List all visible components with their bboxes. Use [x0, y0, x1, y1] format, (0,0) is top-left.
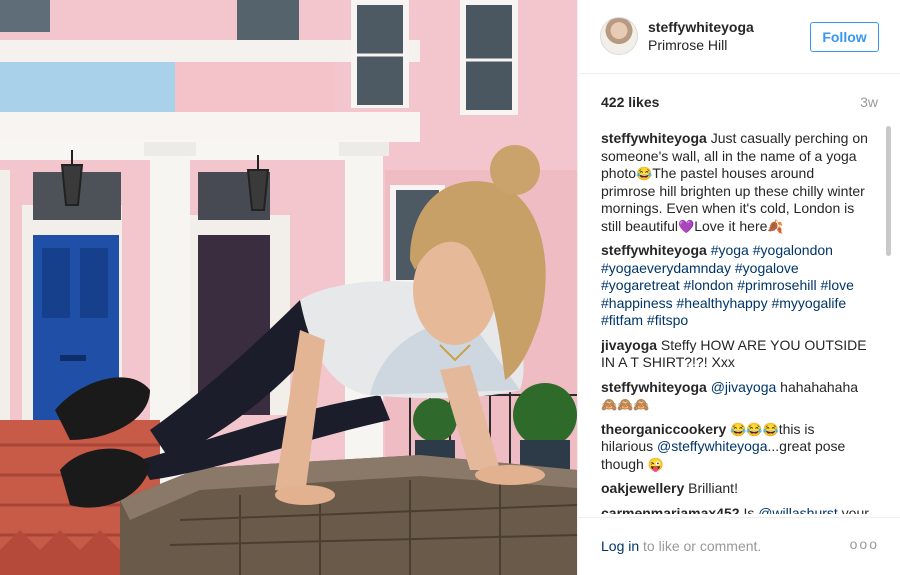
- login-suffix: to like or comment.: [639, 538, 762, 554]
- likes-count[interactable]: 422 likes: [601, 94, 659, 110]
- emoji-icon: 😂😂😂: [730, 421, 779, 437]
- hashtag-link[interactable]: #fitspo: [647, 312, 688, 328]
- author-username[interactable]: steffywhiteyoga: [648, 19, 754, 35]
- hashtag-link[interactable]: #yogalove: [735, 260, 799, 276]
- emoji-icon: 🙈🙈🙈: [601, 397, 650, 412]
- hashtag-link[interactable]: #fitfam: [601, 312, 643, 328]
- comment-username[interactable]: carmenmariamax452: [601, 505, 740, 515]
- hashtag-link[interactable]: #yogalondon: [753, 242, 833, 258]
- comment-username[interactable]: oakjewellery: [601, 480, 684, 496]
- post-header: steffywhiteyoga Primrose Hill Follow: [578, 0, 900, 74]
- comment-item: jivayoga Steffy HOW ARE YOU OUTSIDE IN A…: [601, 337, 869, 372]
- comment-text: Is: [743, 504, 759, 515]
- login-link[interactable]: Log in: [601, 538, 639, 554]
- comment-username[interactable]: steffywhiteyoga: [601, 130, 707, 146]
- post-location[interactable]: Primrose Hill: [648, 37, 727, 53]
- comment-item: oakjewellery Brilliant!: [601, 480, 869, 498]
- follow-button[interactable]: Follow: [810, 22, 879, 52]
- yoga-photo-illustration: [0, 0, 577, 575]
- emoji-icon: 😜: [647, 456, 664, 472]
- hashtag-link[interactable]: #myyogalife: [771, 295, 846, 311]
- post-photo[interactable]: [0, 0, 577, 575]
- login-prompt: Log in to like or comment.: [601, 538, 761, 554]
- hashtag-link[interactable]: #yoga: [711, 242, 749, 258]
- comment-item: steffywhiteyoga Just casually perching o…: [601, 130, 869, 235]
- hashtag-link[interactable]: #healthyhappy: [677, 295, 768, 311]
- more-options-icon[interactable]: ooo: [850, 536, 879, 552]
- emoji-icon: 😂: [636, 166, 653, 181]
- hashtag-link[interactable]: #london: [684, 277, 734, 293]
- comment-username[interactable]: jivayoga: [601, 337, 657, 353]
- hashtag-link[interactable]: #yogaeverydamnday: [601, 260, 731, 276]
- comments-list: steffywhiteyoga Just casually perching o…: [601, 130, 869, 514]
- comment-item: steffywhiteyoga @jivayoga hahahahaha 🙈🙈🙈: [601, 379, 869, 414]
- comment-item: steffywhiteyoga #yoga #yogalondon #yogae…: [601, 242, 869, 330]
- comment-text: Brilliant!: [688, 480, 738, 496]
- hashtag-link[interactable]: #primrosehill: [737, 277, 816, 293]
- comments-scrollbar[interactable]: [886, 126, 891, 256]
- comment-item: theorganiccookery 😂😂😂this is hilarious @…: [601, 421, 869, 474]
- mention-link[interactable]: @jivayoga: [711, 379, 777, 395]
- hashtag-link[interactable]: #yogaretreat: [601, 277, 680, 293]
- comment-username[interactable]: steffywhiteyoga: [601, 242, 707, 258]
- mention-link[interactable]: @willashurst: [758, 505, 838, 515]
- hashtag-link[interactable]: #love: [820, 277, 853, 293]
- emoji-icon: 🍂: [767, 218, 784, 234]
- comment-text: your: [837, 504, 869, 515]
- comment-username[interactable]: theorganiccookery: [601, 421, 726, 437]
- mention-link[interactable]: @steffywhiteyoga: [657, 438, 767, 454]
- comment-username[interactable]: steffywhiteyoga: [601, 379, 707, 395]
- comment-text: Love it here: [694, 217, 768, 234]
- post-age[interactable]: 3w: [860, 94, 878, 110]
- comment-text: hahahahaha: [776, 378, 859, 395]
- profile-avatar[interactable]: [600, 17, 638, 55]
- comment-item: carmenmariamax452 Is @willashurst your 🙈…: [601, 505, 869, 515]
- emoji-icon: 💜: [678, 218, 695, 234]
- post-footer: Log in to like or comment. ooo: [578, 517, 900, 575]
- post-details-panel: steffywhiteyoga Primrose Hill Follow 422…: [577, 0, 900, 575]
- hashtag-link[interactable]: #happiness: [601, 295, 673, 311]
